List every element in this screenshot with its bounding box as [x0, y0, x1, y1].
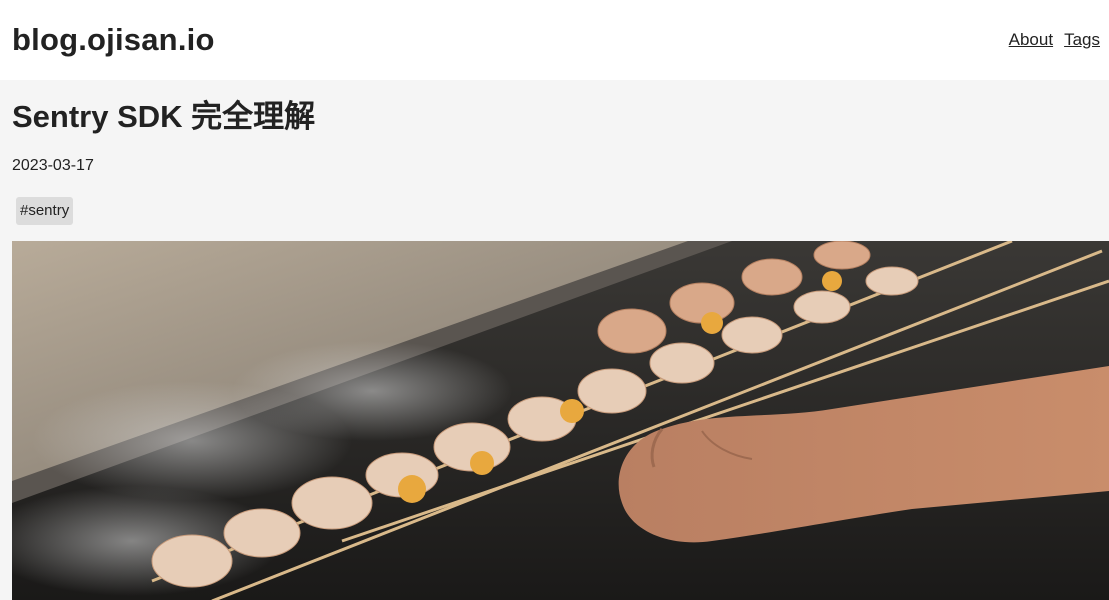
nav: About Tags: [1009, 30, 1100, 50]
post-title: Sentry SDK 完全理解: [12, 99, 316, 134]
tag-list: #sentry: [12, 197, 1109, 227]
site-header: blog.ojisan.io About Tags: [0, 0, 1109, 80]
nav-link-tags[interactable]: Tags: [1064, 30, 1100, 50]
hero-image: [12, 241, 1109, 600]
nav-link-about[interactable]: About: [1009, 30, 1053, 50]
post-date: 2023-03-17: [12, 157, 94, 174]
site-title[interactable]: blog.ojisan.io: [12, 22, 215, 58]
tag-sentry[interactable]: #sentry: [16, 197, 74, 225]
post-main: Sentry SDK 完全理解 2023-03-17 #sentry: [0, 80, 1109, 600]
